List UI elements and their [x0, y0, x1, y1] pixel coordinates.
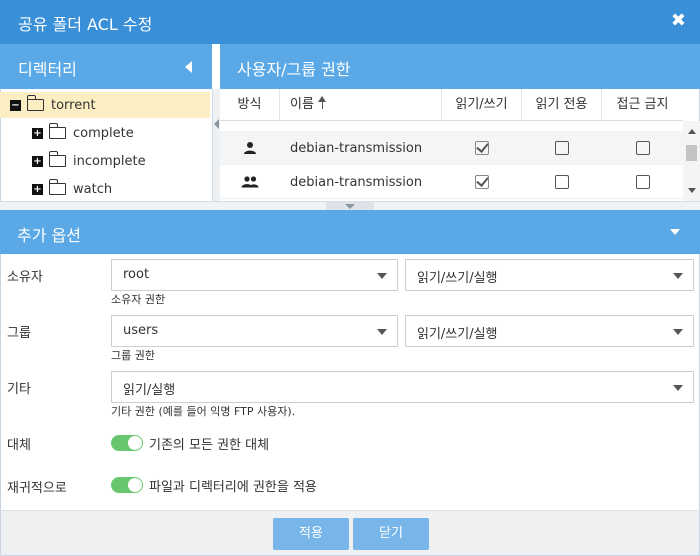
- expand-node-icon[interactable]: +: [32, 183, 43, 195]
- dialog-footer: 적용 닫기: [0, 510, 700, 556]
- dialog-title: 공유 폴더 ACL 수정: [18, 15, 153, 34]
- recursive-toggle-text: 파일과 디렉터리에 권한을 적용: [149, 480, 317, 495]
- rw-cell: [442, 131, 522, 165]
- horizontal-splitter[interactable]: [0, 201, 700, 211]
- folder-open-icon: [26, 95, 44, 111]
- deny-cell: [602, 165, 683, 199]
- read-only-checkbox[interactable]: [555, 141, 569, 155]
- ro-cell: [522, 165, 602, 199]
- table-row[interactable]: debian-transmission: [220, 131, 683, 165]
- owner-permission-select[interactable]: 읽기/쓰기/실행: [405, 259, 694, 291]
- group-icon: [241, 176, 259, 188]
- owner-label: 소유자: [7, 270, 43, 285]
- folder-icon: [48, 123, 66, 139]
- scroll-down-icon[interactable]: [688, 188, 696, 193]
- recursive-label: 재귀적으로: [7, 481, 67, 496]
- group-hint: 그룹 권한: [111, 349, 155, 362]
- column-header-read-write[interactable]: 읽기/쓰기: [442, 89, 522, 121]
- tree-node-label: complete: [73, 125, 134, 141]
- expand-node-icon[interactable]: +: [32, 127, 43, 139]
- tree-node-label: incomplete: [73, 153, 146, 169]
- expand-node-icon[interactable]: +: [32, 155, 43, 167]
- other-label: 기타: [7, 382, 31, 397]
- group-permission-select[interactable]: 읽기/쓰기/실행: [405, 315, 694, 347]
- column-label: 이름: [290, 97, 314, 112]
- owner-value: root: [123, 267, 150, 282]
- chevron-down-icon: [377, 273, 387, 279]
- column-header-name[interactable]: 이름: [280, 89, 442, 121]
- directory-panel-header: 디렉터리: [0, 44, 212, 89]
- directory-tree: − torrent + complete + incomplete + watc…: [0, 89, 212, 201]
- name-cell: debian-transmission: [290, 174, 423, 190]
- column-label: 접근 금지: [616, 97, 669, 112]
- tree-node-torrent[interactable]: − torrent: [0, 92, 210, 118]
- name-cell: debian-transmission: [290, 140, 423, 156]
- replace-toggle[interactable]: [111, 435, 143, 451]
- column-header-read-only[interactable]: 읽기 전용: [522, 89, 602, 121]
- group-value: users: [123, 323, 159, 338]
- deny-checkbox[interactable]: [635, 175, 650, 189]
- close-button[interactable]: 닫기: [353, 518, 429, 550]
- chevron-down-icon: [673, 329, 683, 335]
- dialog-titlebar: 공유 폴더 ACL 수정 ✖: [0, 0, 700, 44]
- chevron-down-icon: [673, 273, 683, 279]
- permissions-table: 방식 이름 읽기/쓰기 읽기 전용 접근 금지 debian-transmiss…: [220, 89, 700, 201]
- options-panel-title: 추가 옵션: [17, 226, 81, 245]
- options-panel-header: 추가 옵션: [0, 210, 700, 254]
- directory-panel-title: 디렉터리: [18, 60, 77, 79]
- replace-toggle-text: 기존의 모든 권한 대체: [149, 438, 270, 453]
- read-write-checkbox[interactable]: [475, 141, 489, 155]
- permissions-panel-header: 사용자/그룹 권한: [220, 44, 700, 89]
- recursive-toggle[interactable]: [111, 477, 143, 493]
- other-permission-value: 읽기/실행: [123, 383, 176, 398]
- group-permission-value: 읽기/쓰기/실행: [417, 327, 498, 342]
- type-cell: [220, 165, 280, 199]
- other-permission-select[interactable]: 읽기/실행: [111, 371, 694, 403]
- read-write-checkbox[interactable]: [475, 175, 489, 189]
- scroll-thumb[interactable]: [686, 145, 697, 161]
- tree-node-label: watch: [73, 181, 113, 197]
- group-select[interactable]: users: [111, 315, 398, 347]
- rw-cell: [442, 165, 522, 199]
- owner-permission-value: 읽기/쓰기/실행: [417, 271, 498, 286]
- column-label: 방식: [237, 97, 262, 112]
- tree-node-complete[interactable]: + complete: [0, 120, 210, 146]
- column-label: 읽기/쓰기: [455, 97, 508, 112]
- vertical-splitter[interactable]: [212, 89, 220, 201]
- folder-icon: [48, 179, 66, 195]
- table-row[interactable]: debian-transmission: [220, 165, 683, 199]
- column-header-type[interactable]: 방식: [220, 89, 280, 121]
- folder-icon: [48, 151, 66, 167]
- user-icon: [244, 142, 256, 154]
- sort-ascending-icon: [318, 96, 325, 109]
- table-header: 방식 이름 읽기/쓰기 읽기 전용 접근 금지: [220, 89, 683, 121]
- deny-checkbox[interactable]: [635, 141, 650, 155]
- chevron-down-icon: [673, 385, 683, 391]
- apply-button[interactable]: 적용: [273, 518, 349, 550]
- ro-cell: [522, 131, 602, 165]
- read-only-checkbox[interactable]: [555, 175, 569, 189]
- replace-label: 대체: [7, 438, 31, 453]
- type-cell: [220, 131, 280, 165]
- close-icon[interactable]: ✖: [671, 10, 686, 31]
- deny-cell: [602, 131, 683, 165]
- other-hint: 기타 권한 (예를 들어 익명 FTP 사용자).: [111, 405, 296, 418]
- column-header-deny[interactable]: 접근 금지: [602, 89, 683, 121]
- collapse-down-icon[interactable]: [670, 229, 680, 235]
- collapse-node-icon[interactable]: −: [10, 99, 21, 111]
- owner-hint: 소유자 권한: [111, 293, 166, 306]
- vertical-scrollbar[interactable]: [683, 121, 700, 201]
- tree-node-incomplete[interactable]: + incomplete: [0, 148, 210, 174]
- permissions-panel-title: 사용자/그룹 권한: [237, 60, 351, 79]
- collapse-left-icon[interactable]: [185, 61, 192, 73]
- tree-node-watch[interactable]: + watch: [0, 176, 210, 201]
- column-label: 읽기 전용: [535, 97, 588, 112]
- group-label: 그룹: [7, 326, 31, 341]
- chevron-down-icon: [377, 329, 387, 335]
- scroll-up-icon[interactable]: [688, 129, 696, 134]
- owner-select[interactable]: root: [111, 259, 398, 291]
- tree-node-label: torrent: [51, 97, 96, 113]
- panel-gap: [212, 44, 220, 89]
- splitter-collapse-icon[interactable]: [214, 119, 219, 129]
